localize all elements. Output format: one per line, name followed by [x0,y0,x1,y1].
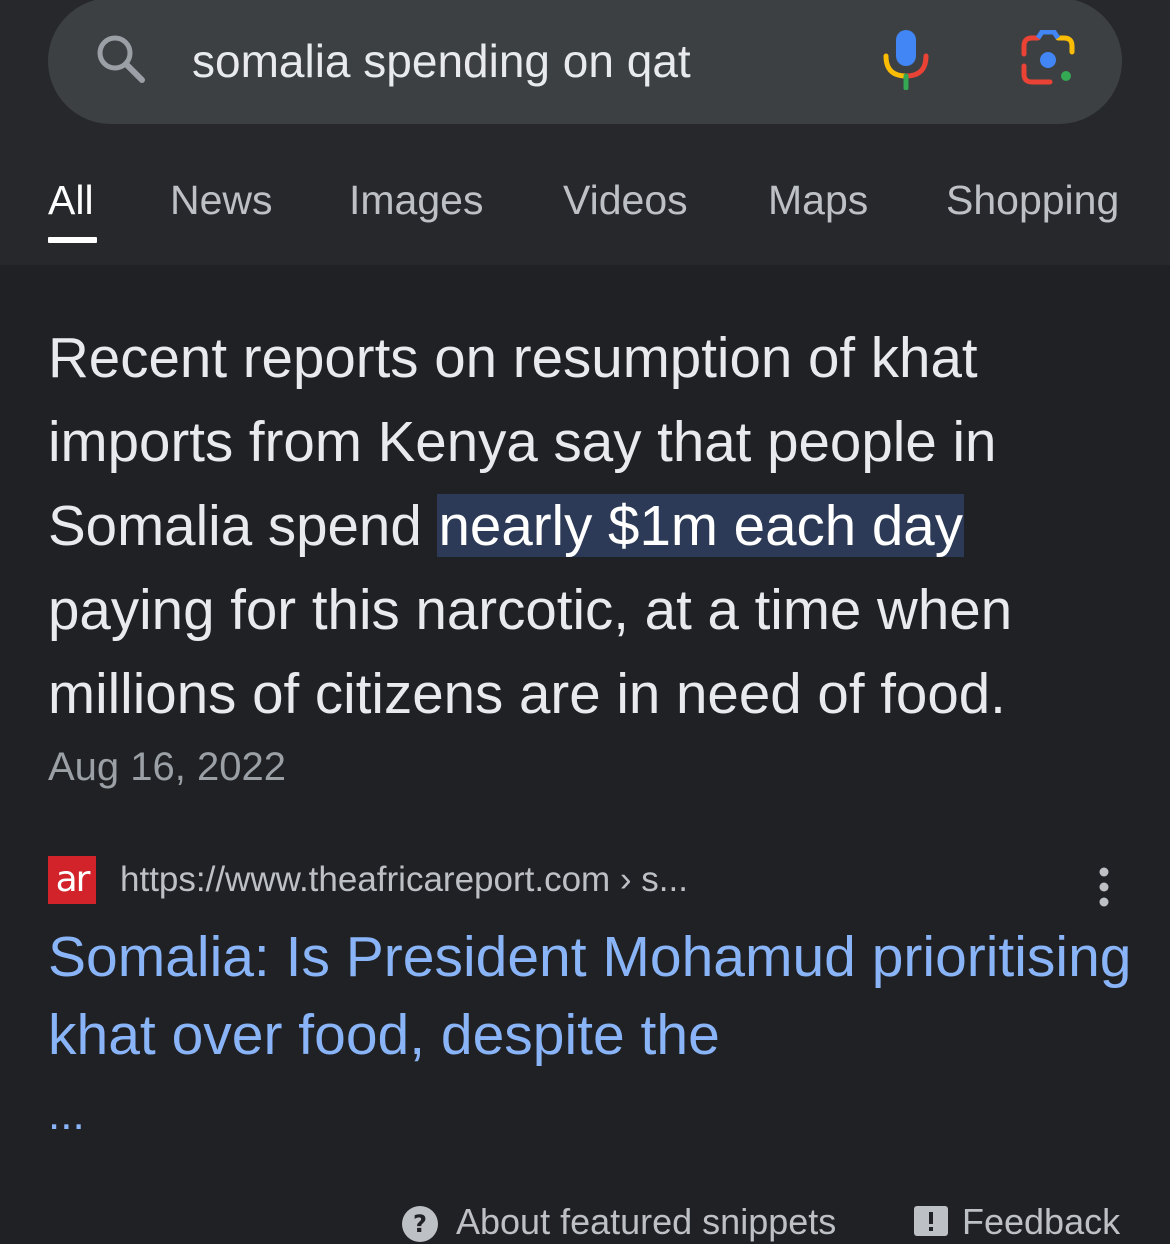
search-input[interactable]: somalia spending on qat [192,34,691,88]
about-featured-snippets-link[interactable]: About featured snippets [456,1200,836,1244]
result-title-ellipsis[interactable]: ... [48,1090,85,1140]
help-circle-icon[interactable]: ? [400,1204,440,1244]
site-favicon[interactable]: ar [48,856,96,904]
tab-shopping[interactable]: Shopping [946,170,1119,230]
microphone-icon[interactable] [880,26,932,90]
svg-text:?: ? [413,1210,427,1238]
feedback-icon[interactable] [912,1204,952,1244]
tab-maps[interactable]: Maps [768,170,868,230]
more-vertical-icon[interactable] [1092,866,1116,908]
tab-videos[interactable]: Videos [563,170,688,230]
tab-news[interactable]: News [170,170,273,230]
active-tab-indicator [48,237,97,243]
search-tabs: All News Images Videos Maps Shopping [0,170,1170,250]
result-url[interactable]: https://www.theafricareport.com › s... [120,858,688,902]
featured-snippet-text: Recent reports on resumption of khat imp… [48,316,1128,736]
snippet-highlight: nearly $1m each day [437,494,964,557]
feedback-link[interactable]: Feedback [962,1200,1120,1244]
tab-images[interactable]: Images [349,170,483,230]
tab-all[interactable]: All [48,170,94,230]
snippet-date: Aug 16, 2022 [48,745,286,789]
google-lens-icon[interactable] [1018,30,1078,90]
snippet-text-after: paying for this narcotic, at a time when… [48,578,1013,725]
search-icon[interactable] [92,30,148,86]
result-title-link[interactable]: Somalia: Is President Mohamud prioritisi… [48,918,1138,1074]
